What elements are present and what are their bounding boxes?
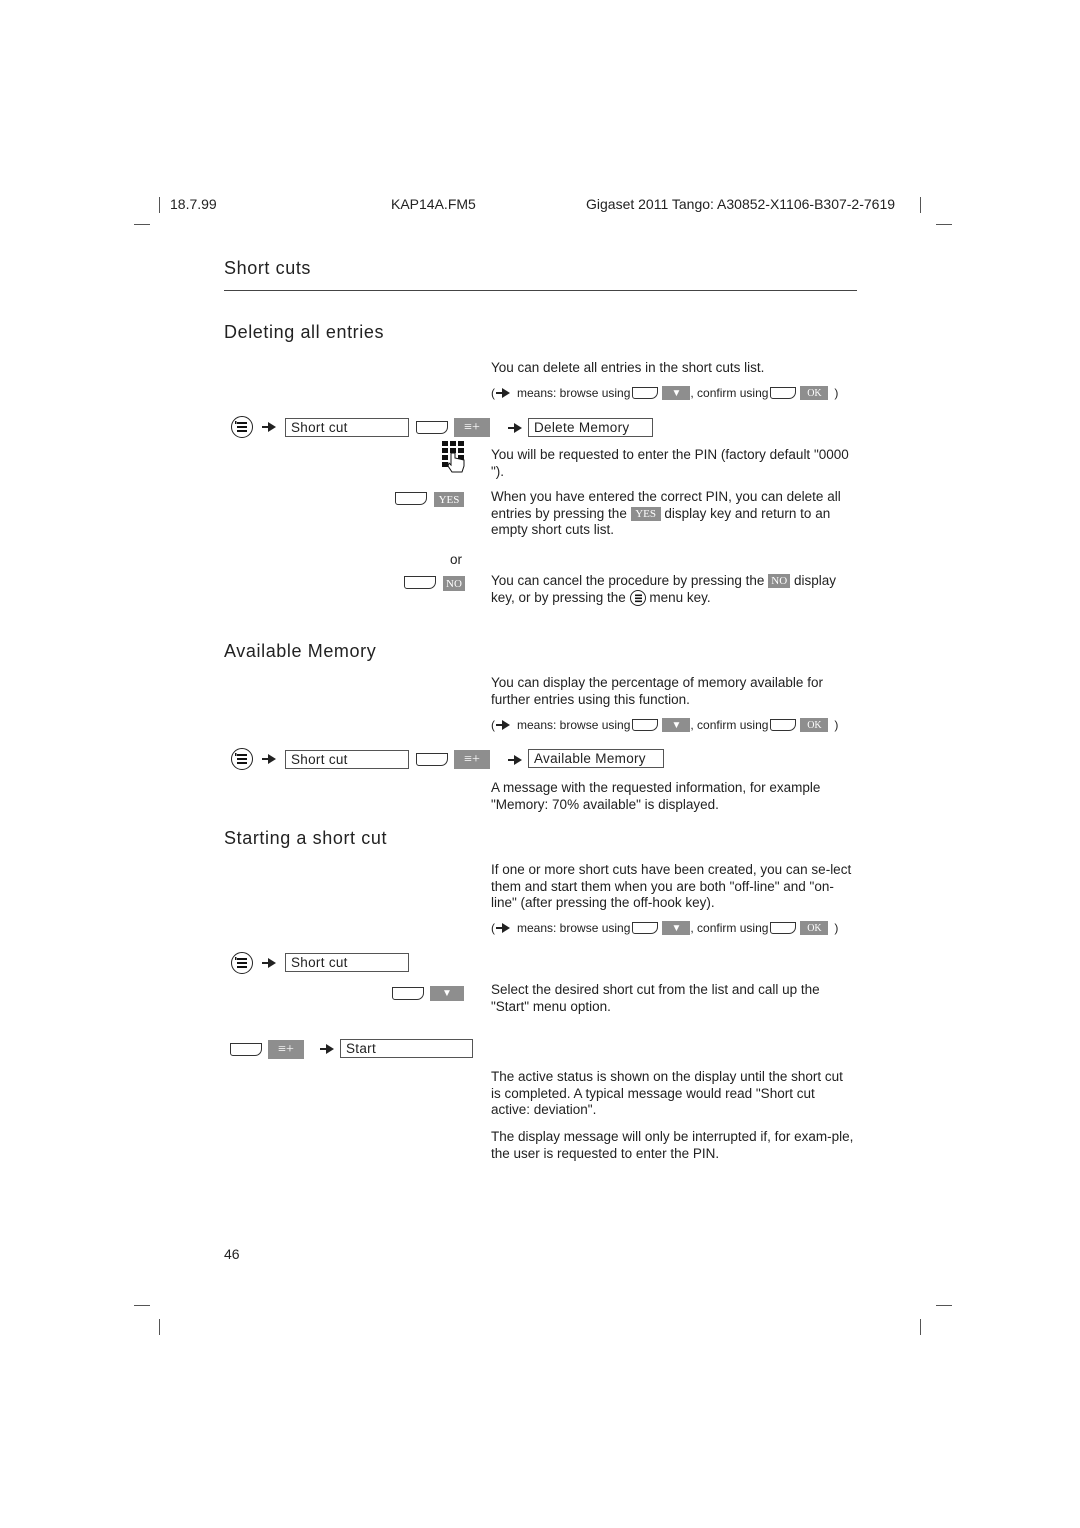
chapter-title: Short cuts bbox=[224, 258, 312, 278]
section-title-deleting: Deleting all entries bbox=[224, 322, 385, 342]
crop-mark bbox=[134, 224, 150, 225]
deleting-step-row bbox=[231, 416, 279, 438]
header-product: Gigaset 2011 Tango: A30852-X1106-B307-2-… bbox=[586, 196, 896, 212]
softkey-icon bbox=[416, 753, 448, 766]
arrow-icon bbox=[320, 1044, 334, 1054]
yes-text: When you have entered the correct PIN, y… bbox=[491, 489, 841, 537]
menu-key-icon bbox=[231, 416, 253, 438]
softkey-icon bbox=[770, 922, 797, 934]
section-title-starting: Starting a short cut bbox=[224, 828, 388, 848]
softkey-icon bbox=[404, 576, 436, 589]
arrow-icon bbox=[262, 958, 276, 968]
select-text: Select the desired short cut from the li… bbox=[491, 982, 820, 1014]
display-box-short-cut: Short cut bbox=[285, 418, 409, 437]
display-box-delete-memory: Delete Memory bbox=[528, 418, 653, 437]
or-label: or bbox=[450, 552, 463, 567]
no-text: You can cancel the procedure by pressing… bbox=[491, 573, 836, 606]
deleting-intro: You can delete all entries in the short … bbox=[491, 360, 765, 375]
crop-mark bbox=[159, 197, 160, 213]
interrupt-text: The display message will only be interru… bbox=[491, 1129, 854, 1161]
display-box-start: Start bbox=[340, 1039, 473, 1058]
menu-key-icon bbox=[231, 952, 253, 974]
display-box-available-memory: Available Memory bbox=[528, 749, 664, 768]
softkey-icon bbox=[770, 387, 797, 399]
arrow-icon bbox=[262, 422, 276, 432]
arrow-icon bbox=[496, 720, 510, 730]
section-title-available-memory: Available Memory bbox=[224, 641, 377, 661]
available-result-text: A message with the requested information… bbox=[491, 780, 821, 812]
available-step-row bbox=[231, 748, 279, 770]
menu-key-icon bbox=[231, 748, 253, 770]
ok-key-icon: OK bbox=[800, 718, 829, 732]
available-intro: You can display the percentage of memory… bbox=[491, 675, 823, 707]
arrow-icon bbox=[262, 754, 276, 764]
crop-mark bbox=[936, 224, 952, 225]
softkey-icon bbox=[416, 421, 448, 434]
ok-key-icon: OK bbox=[800, 921, 829, 935]
yes-key-icon: YES bbox=[630, 506, 661, 521]
menu-options-key-icon: ≡+ bbox=[454, 418, 490, 437]
softkey-icon bbox=[230, 1043, 262, 1056]
starting-intro: If one or more short cuts have been crea… bbox=[491, 862, 852, 910]
no-key-icon: NO bbox=[768, 574, 791, 589]
menu-options-key-icon: ≡+ bbox=[268, 1040, 304, 1059]
browse-hint: ( means: browse using ▼ , confirm using … bbox=[491, 718, 839, 732]
crop-mark bbox=[936, 1305, 952, 1306]
pin-text: You will be requested to enter the PIN (… bbox=[491, 447, 849, 479]
starting-step-row bbox=[231, 952, 279, 974]
down-key-icon: ▼ bbox=[662, 718, 691, 732]
header-file: KAP14A.FM5 bbox=[391, 196, 476, 212]
softkey-icon bbox=[632, 387, 659, 399]
softkey-icon bbox=[770, 719, 797, 731]
down-key-icon: ▼ bbox=[430, 986, 464, 1001]
menu-key-icon bbox=[629, 589, 646, 606]
crop-mark bbox=[159, 1319, 160, 1335]
arrow-icon bbox=[508, 755, 522, 765]
page-number: 46 bbox=[224, 1246, 240, 1262]
down-key-icon: ▼ bbox=[662, 386, 691, 400]
crop-mark bbox=[134, 1305, 150, 1306]
crop-mark bbox=[920, 197, 921, 213]
yes-key-icon: YES bbox=[434, 492, 464, 507]
crop-mark bbox=[920, 1319, 921, 1335]
display-box-short-cut: Short cut bbox=[285, 953, 409, 972]
active-text: The active status is shown on the displa… bbox=[491, 1069, 843, 1117]
arrow-icon bbox=[496, 923, 510, 933]
display-box-short-cut: Short cut bbox=[285, 750, 409, 769]
header-date: 18.7.99 bbox=[170, 196, 217, 212]
softkey-icon bbox=[632, 922, 659, 934]
arrow-icon bbox=[508, 423, 522, 433]
softkey-icon bbox=[632, 719, 659, 731]
title-rule bbox=[224, 290, 857, 291]
arrow-icon bbox=[496, 388, 510, 398]
ok-key-icon: OK bbox=[800, 386, 829, 400]
menu-options-key-icon: ≡+ bbox=[454, 750, 490, 769]
softkey-icon bbox=[392, 987, 424, 1000]
no-key-icon: NO bbox=[443, 576, 465, 591]
browse-hint: ( means: browse using ▼ , confirm using … bbox=[491, 386, 839, 400]
browse-hint: ( means: browse using ▼ , confirm using … bbox=[491, 921, 839, 935]
softkey-icon bbox=[395, 492, 427, 505]
keypad-icon bbox=[442, 441, 465, 473]
down-key-icon: ▼ bbox=[662, 921, 691, 935]
